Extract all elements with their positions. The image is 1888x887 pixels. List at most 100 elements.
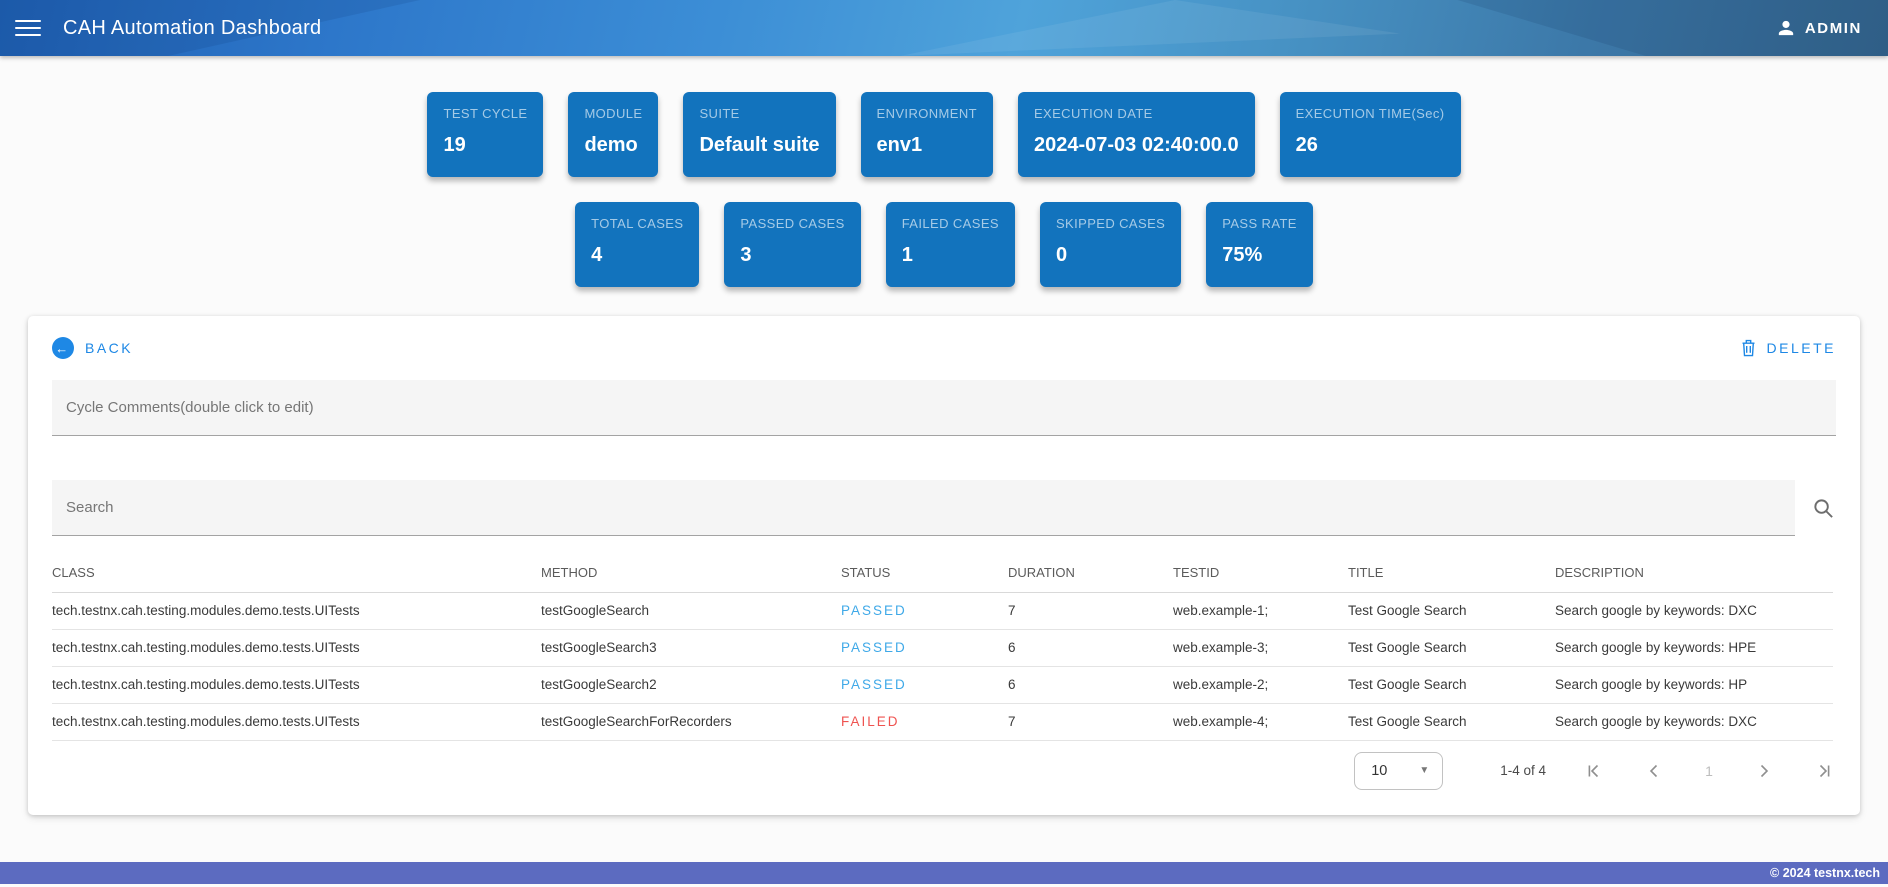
testid-cell: web.example-4;: [1165, 703, 1340, 741]
duration-cell: 6: [1000, 629, 1165, 667]
copyright-label: © 2024 testnx.tech: [1770, 866, 1880, 880]
page-title: CAH Automation Dashboard: [63, 16, 322, 39]
delete-button[interactable]: DELETE: [1741, 339, 1836, 357]
title-cell: Test Google Search: [1340, 703, 1547, 741]
summary-cards-row-2: TOTAL CASES 4 PASSED CASES 3 FAILED CASE…: [0, 202, 1888, 287]
stat-value: 4: [591, 244, 603, 266]
summary-cards-row-1: TEST CYCLE 19 MODULE demo SUITE Default …: [0, 92, 1888, 177]
stat-card-suite: SUITE Default suite: [683, 92, 836, 177]
testid-cell: web.example-1;: [1165, 592, 1340, 630]
table-row[interactable]: tech.testnx.cah.testing.modules.demo.tes…: [52, 629, 1833, 667]
stat-label: SKIPPED CASES: [1055, 216, 1166, 231]
delete-icon: [1741, 339, 1756, 357]
table-row[interactable]: tech.testnx.cah.testing.modules.demo.tes…: [52, 592, 1833, 630]
header-facet-decoration: [900, 0, 1400, 56]
results-panel: ← BACK DELETE Cycle Comments(double clic…: [28, 316, 1860, 815]
description-cell: Search google by keywords: HPE: [1547, 629, 1833, 667]
user-menu[interactable]: ADMIN: [1776, 18, 1862, 38]
stat-card-passed-cases: PASSED CASES 3: [724, 202, 861, 287]
results-table: CLASS METHOD STATUS DURATION TESTID TITL…: [52, 554, 1833, 741]
title-cell: Test Google Search: [1340, 592, 1547, 630]
search-input[interactable]: [52, 480, 1795, 536]
stat-label: PASS RATE: [1222, 216, 1297, 231]
status-cell: FAILED: [833, 703, 1000, 741]
title-cell: Test Google Search: [1340, 629, 1547, 667]
class-cell: tech.testnx.cah.testing.modules.demo.tes…: [52, 703, 533, 741]
table-row[interactable]: tech.testnx.cah.testing.modules.demo.tes…: [52, 703, 1833, 741]
duration-cell: 7: [1000, 703, 1165, 741]
stat-value: 1: [901, 244, 913, 266]
stat-value: demo: [584, 134, 638, 156]
stat-label: SUITE: [699, 106, 740, 121]
pagination-bar: 10 ▼ 1-4 of 4 1: [52, 751, 1836, 791]
method-cell: testGoogleSearch3: [533, 629, 833, 667]
stat-value: 3: [740, 244, 752, 266]
last-page-icon[interactable]: [1812, 759, 1836, 783]
stat-card-failed-cases: FAILED CASES 1: [885, 202, 1015, 287]
method-cell: testGoogleSearch2: [533, 666, 833, 704]
stat-label: FAILED CASES: [901, 216, 999, 231]
stat-value: 2024-07-03 02:40:00.0: [1033, 134, 1239, 156]
stat-value: 0: [1055, 244, 1068, 266]
user-icon: [1776, 18, 1796, 38]
stat-value: 75%: [1222, 244, 1263, 266]
cycle-comments-field-wrap: [52, 380, 1836, 436]
footer: © 2024 testnx.tech: [0, 862, 1888, 884]
table-row[interactable]: tech.testnx.cah.testing.modules.demo.tes…: [52, 666, 1833, 704]
stat-card-test-cycle: TEST CYCLE 19: [427, 92, 544, 177]
page-size-select[interactable]: 10 ▼: [1354, 751, 1444, 790]
duration-cell: 6: [1000, 666, 1165, 704]
stat-card-pass-rate: PASS RATE 75%: [1206, 202, 1313, 287]
back-button-label: BACK: [85, 340, 134, 356]
pagination-range-label: 1-4 of 4: [1500, 763, 1546, 778]
menu-icon[interactable]: [15, 19, 41, 37]
column-header-status[interactable]: STATUS: [833, 554, 1000, 593]
description-cell: Search google by keywords: DXC: [1547, 703, 1833, 741]
back-button[interactable]: ← BACK: [52, 337, 133, 359]
stat-label: PASSED CASES: [740, 216, 845, 231]
stat-label: TOTAL CASES: [591, 216, 684, 231]
status-cell: PASSED: [833, 592, 1000, 630]
class-cell: tech.testnx.cah.testing.modules.demo.tes…: [52, 592, 533, 630]
column-header-testid[interactable]: TESTID: [1165, 554, 1340, 593]
stat-card-total-cases: TOTAL CASES 4: [575, 202, 700, 287]
stat-card-execution-time: EXECUTION TIME(Sec) 26: [1279, 92, 1461, 177]
column-header-method[interactable]: METHOD: [533, 554, 833, 593]
back-icon: ←: [52, 337, 74, 359]
column-header-class[interactable]: CLASS: [52, 554, 533, 593]
title-cell: Test Google Search: [1340, 666, 1547, 704]
column-header-duration[interactable]: DURATION: [1000, 554, 1165, 593]
first-page-icon[interactable]: [1582, 759, 1606, 783]
class-cell: tech.testnx.cah.testing.modules.demo.tes…: [52, 666, 533, 704]
search-row: [52, 480, 1836, 536]
cycle-comments-input[interactable]: [52, 380, 1836, 436]
class-cell: tech.testnx.cah.testing.modules.demo.tes…: [52, 629, 533, 667]
stat-label: EXECUTION DATE: [1033, 106, 1153, 121]
current-page-number[interactable]: 1: [1702, 763, 1716, 779]
status-cell: PASSED: [833, 629, 1000, 667]
method-cell: testGoogleSearchForRecorders: [533, 703, 833, 741]
stat-label: ENVIRONMENT: [876, 106, 977, 121]
method-cell: testGoogleSearch: [533, 592, 833, 630]
stat-value: 19: [443, 134, 466, 156]
delete-button-label: DELETE: [1766, 340, 1836, 356]
stat-value: Default suite: [699, 134, 820, 156]
stat-card-skipped-cases: SKIPPED CASES 0: [1039, 202, 1182, 287]
testid-cell: web.example-3;: [1165, 629, 1340, 667]
description-cell: Search google by keywords: HP: [1547, 666, 1833, 704]
prev-page-icon[interactable]: [1642, 759, 1666, 783]
stat-value: 26: [1295, 134, 1318, 156]
column-header-description[interactable]: DESCRIPTION: [1547, 554, 1833, 593]
description-cell: Search google by keywords: DXC: [1547, 592, 1833, 630]
table-header-row: CLASS METHOD STATUS DURATION TESTID TITL…: [52, 554, 1833, 593]
column-header-title[interactable]: TITLE: [1340, 554, 1547, 593]
search-icon[interactable]: [1810, 497, 1836, 520]
stat-label: TEST CYCLE: [443, 106, 528, 121]
testid-cell: web.example-2;: [1165, 666, 1340, 704]
next-page-icon[interactable]: [1752, 759, 1776, 783]
stat-label: EXECUTION TIME(Sec): [1295, 106, 1445, 121]
page-size-value: 10: [1371, 762, 1388, 779]
stat-card-execution-date: EXECUTION DATE 2024-07-03 02:40:00.0: [1017, 92, 1255, 177]
stat-card-module: MODULE demo: [568, 92, 659, 177]
status-cell: PASSED: [833, 666, 1000, 704]
